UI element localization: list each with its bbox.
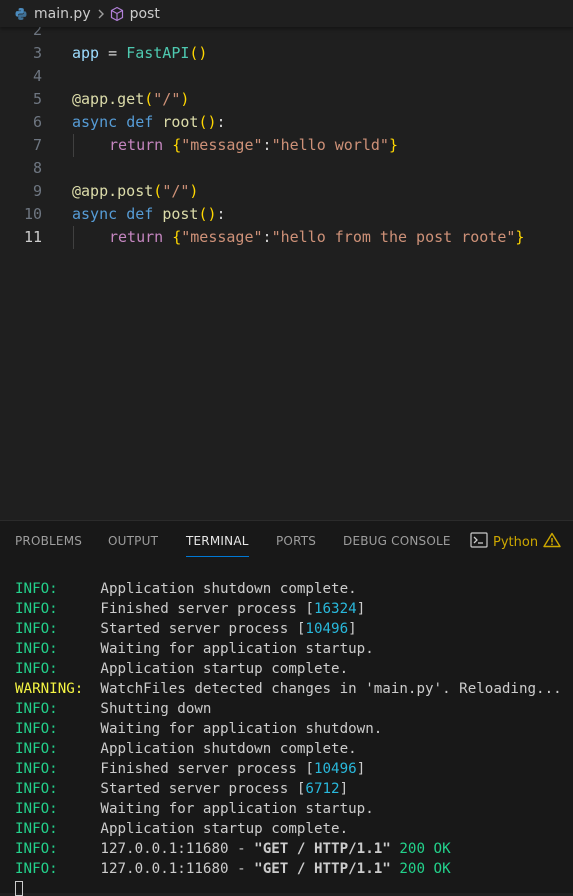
- code-text: return {"message":"hello world"}: [109, 136, 398, 154]
- code-text: app = FastAPI(): [72, 44, 208, 62]
- terminal-line: INFO: Finished server process [16324]: [15, 601, 366, 617]
- python-file-icon: [14, 7, 28, 21]
- tab-output[interactable]: OUTPUT: [108, 534, 158, 548]
- log-level: INFO:: [15, 601, 101, 617]
- terminal-icon: [470, 532, 488, 552]
- code-line: 4: [0, 65, 573, 87]
- code-editor[interactable]: 2 3 app = FastAPI() 4 5 @app.get("/") 6 async d…: [0, 27, 573, 520]
- indent-guide: [73, 226, 74, 249]
- log-level: INFO:: [15, 621, 101, 637]
- line-number: 5: [32, 90, 42, 108]
- terminal-line: INFO: Shutting down: [15, 701, 212, 717]
- log-level: INFO:: [15, 641, 101, 657]
- line-number: 4: [32, 67, 42, 85]
- log-level: INFO:: [15, 661, 101, 677]
- tab-debug-console[interactable]: DEBUG CONSOLE: [343, 534, 451, 548]
- log-level: INFO:: [15, 581, 101, 597]
- log-level: INFO:: [15, 801, 101, 817]
- terminal-line: INFO: Application shutdown complete.: [15, 581, 357, 597]
- log-level: INFO:: [15, 761, 101, 777]
- code-line: 11 return {"message":"hello from the post…: [0, 226, 573, 249]
- breadcrumb-file[interactable]: main.py: [14, 6, 91, 22]
- line-number: 10: [23, 205, 42, 223]
- line-number: 11: [23, 228, 42, 246]
- bottom-panel: PROBLEMS OUTPUT TERMINAL PORTS DEBUG CON…: [0, 520, 573, 896]
- terminal-selector[interactable]: Python: [470, 532, 561, 552]
- log-level: INFO:: [15, 781, 101, 797]
- log-level: INFO:: [15, 861, 101, 877]
- terminal-line: INFO: Started server process [6712]: [15, 781, 349, 797]
- code-text: return {"message":"hello from the post r…: [109, 228, 525, 246]
- line-number: 3: [32, 44, 42, 62]
- code-text: async def root():: [72, 113, 226, 131]
- code-line: 8: [0, 157, 573, 179]
- breadcrumb-symbol[interactable]: post: [109, 6, 160, 22]
- terminal-line: INFO: Finished server process [10496]: [15, 761, 366, 777]
- tab-terminal[interactable]: TERMINAL: [186, 534, 249, 557]
- code-line: 6 async def root():: [0, 111, 573, 133]
- terminal-line: INFO: Application shutdown complete.: [15, 741, 357, 757]
- panel-tabs: PROBLEMS OUTPUT TERMINAL PORTS DEBUG CON…: [0, 521, 573, 563]
- symbol-method-icon: [109, 6, 125, 22]
- breadcrumb-file-label: main.py: [34, 5, 91, 22]
- code-line: 3 app = FastAPI(): [0, 42, 573, 64]
- code-line: 10 async def post():: [0, 203, 573, 225]
- log-level: INFO:: [15, 821, 101, 837]
- chevron-right-icon: [97, 9, 105, 19]
- warning-icon: [543, 532, 561, 552]
- code-line: 7 return {"message":"hello world"}: [0, 134, 573, 157]
- terminal-line: WARNING: WatchFiles detected changes in …: [15, 681, 562, 697]
- terminal-line: INFO: Application startup complete.: [15, 821, 349, 837]
- indent-guide: [73, 134, 74, 157]
- terminal-line: INFO: Started server process [10496]: [15, 621, 357, 637]
- log-level: INFO:: [15, 741, 101, 757]
- code-text: async def post():: [72, 205, 226, 223]
- terminal-selector-label: Python: [493, 534, 539, 550]
- line-number: 6: [32, 113, 42, 131]
- tab-ports[interactable]: PORTS: [276, 534, 316, 548]
- code-line: 5 @app.get("/"): [0, 88, 573, 110]
- line-number: 2: [32, 27, 42, 39]
- terminal-line: INFO: Application startup complete.: [15, 661, 349, 677]
- line-number: 8: [32, 159, 42, 177]
- log-level: INFO:: [15, 721, 101, 737]
- tab-problems[interactable]: PROBLEMS: [15, 534, 82, 548]
- log-level: WARNING:: [15, 681, 101, 697]
- terminal-line: INFO: Waiting for application startup.: [15, 641, 374, 657]
- code-line: 9 @app.post("/"): [0, 180, 573, 202]
- terminal-cursor: [15, 881, 23, 896]
- terminal-line: INFO: Waiting for application shutdown.: [15, 721, 383, 737]
- log-level: INFO:: [15, 701, 101, 717]
- code-line: 2: [0, 27, 573, 41]
- line-number: 7: [32, 136, 42, 154]
- breadcrumb-symbol-label: post: [129, 5, 160, 22]
- terminal-line: INFO: 127.0.0.1:11680 - "GET / HTTP/1.1"…: [15, 861, 451, 877]
- terminal-line: INFO: 127.0.0.1:11680 - "GET / HTTP/1.1"…: [15, 841, 451, 857]
- log-level: INFO:: [15, 841, 101, 857]
- breadcrumb: main.py post: [0, 0, 573, 27]
- code-text: @app.get("/"): [72, 90, 190, 108]
- terminal-line: INFO: Waiting for application startup.: [15, 801, 374, 817]
- code-text: @app.post("/"): [72, 182, 199, 200]
- line-number: 9: [32, 182, 42, 200]
